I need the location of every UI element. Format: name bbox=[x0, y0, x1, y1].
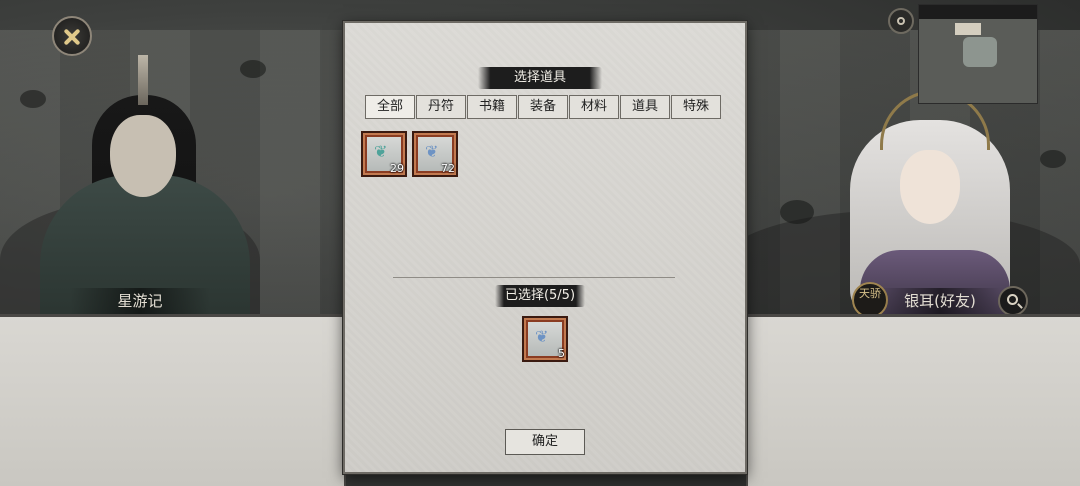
select-item-dialog: 选择道具 全部 丹符 书籍 装备 材料 道具 特殊 ❦ 29 ❦ 72 已选择(… bbox=[343, 21, 747, 474]
selected-title: 已选择(5/5) bbox=[495, 285, 585, 307]
selected-item[interactable]: ❦ 5 bbox=[522, 316, 568, 362]
confirm-button[interactable]: 确定 bbox=[505, 429, 585, 455]
tab-books[interactable]: 书籍 bbox=[467, 95, 517, 119]
dot bbox=[897, 17, 905, 25]
character-face bbox=[900, 150, 960, 224]
dialog-title: 选择道具 bbox=[478, 67, 602, 89]
minimap[interactable] bbox=[918, 4, 1038, 104]
tab-special[interactable]: 特殊 bbox=[671, 95, 721, 119]
bottom-panel-right bbox=[746, 314, 1080, 486]
tree-decoration bbox=[780, 200, 814, 224]
item-count: 5 bbox=[558, 347, 565, 360]
green-herb-icon: ❦ bbox=[374, 142, 388, 161]
close-button[interactable] bbox=[52, 16, 92, 56]
section-divider bbox=[393, 277, 675, 278]
handle bbox=[1017, 303, 1023, 309]
right-character-name: 银耳(好友) bbox=[880, 288, 1000, 314]
category-tabs: 全部 丹符 书籍 装备 材料 道具 特殊 bbox=[365, 95, 722, 119]
item-count: 29 bbox=[390, 162, 404, 175]
bottom-panel-left bbox=[0, 314, 346, 486]
character-face bbox=[110, 115, 176, 197]
lens bbox=[1007, 294, 1018, 305]
hairpin bbox=[138, 55, 148, 105]
settings-icon[interactable] bbox=[888, 8, 914, 34]
minimap-header bbox=[919, 5, 1037, 19]
minimap-tag bbox=[955, 23, 981, 35]
left-character-portrait bbox=[30, 55, 260, 325]
search-icon[interactable] bbox=[998, 286, 1028, 316]
blue-herb-icon: ❦ bbox=[425, 142, 439, 161]
item-count: 72 bbox=[441, 162, 455, 175]
tab-materials[interactable]: 材料 bbox=[569, 95, 619, 119]
left-character-name: 星游记 bbox=[70, 288, 210, 314]
inventory-item[interactable]: ❦ 72 bbox=[412, 131, 458, 177]
tree-decoration bbox=[1040, 150, 1066, 168]
tab-all[interactable]: 全部 bbox=[365, 95, 415, 119]
tab-pills-talismans[interactable]: 丹符 bbox=[416, 95, 466, 119]
tab-items[interactable]: 道具 bbox=[620, 95, 670, 119]
blue-herb-icon: ❦ bbox=[535, 327, 549, 346]
tab-equipment[interactable]: 装备 bbox=[518, 95, 568, 119]
minimap-location bbox=[963, 37, 997, 67]
inventory-item[interactable]: ❦ 29 bbox=[361, 131, 407, 177]
